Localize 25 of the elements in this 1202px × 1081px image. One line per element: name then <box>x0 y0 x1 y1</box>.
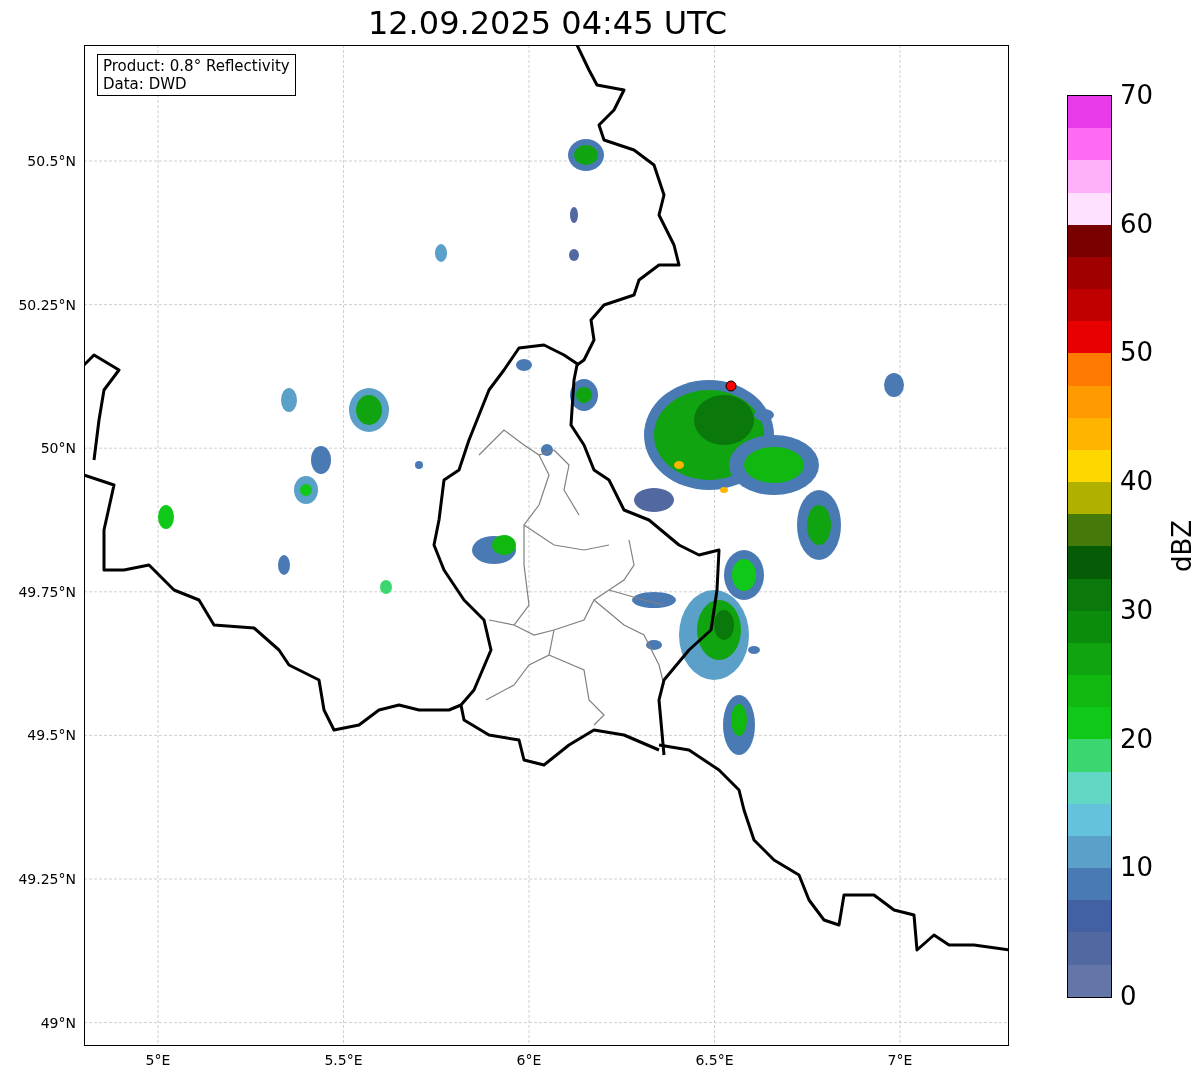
legend-text: Data: DWD <box>103 75 188 93</box>
colorbar-tick-label: 10 <box>1120 852 1154 883</box>
latitude-tick-label: 49°N <box>40 1014 76 1031</box>
latitude-tick-label: 50.5°N <box>27 153 76 169</box>
longitude-tick-label: 5.5°E <box>324 1052 363 1068</box>
latitude-tick-label: 50.25°N <box>18 296 76 313</box>
longitude-tick-label: 5°E <box>145 1052 171 1068</box>
longitude-tick-label: 6°E <box>516 1052 542 1068</box>
colorbar-tick-label: 0 <box>1120 981 1137 1011</box>
figure-title: 12.09.2025 04:45 UTC <box>367 3 728 43</box>
latitude-tick-label: 50°N <box>40 440 76 457</box>
latitude-tick-label: 49.75°N <box>18 583 76 600</box>
colorbar-tick-label: 40 <box>1120 466 1154 497</box>
longitude-tick-label: 6.5°E <box>695 1052 734 1068</box>
colorbar-tick-label: 60 <box>1120 208 1154 239</box>
colorbar-tick-label: 70 <box>1120 80 1154 110</box>
latitude-tick-label: 49.5°N <box>27 727 76 744</box>
legend-text: Product: 0.8° Reflectivity <box>103 57 290 75</box>
colorbar-tick-label: 50 <box>1120 337 1154 368</box>
longitude-tick-label: 7°E <box>887 1052 913 1068</box>
colorbar-tick-label: 20 <box>1120 723 1154 754</box>
latitude-tick-label: 49.25°N <box>18 871 76 887</box>
colorbar-tick-label: 30 <box>1120 594 1154 625</box>
radar-site-marker <box>725 380 737 392</box>
colorbar-label: dBZ <box>1167 519 1197 572</box>
